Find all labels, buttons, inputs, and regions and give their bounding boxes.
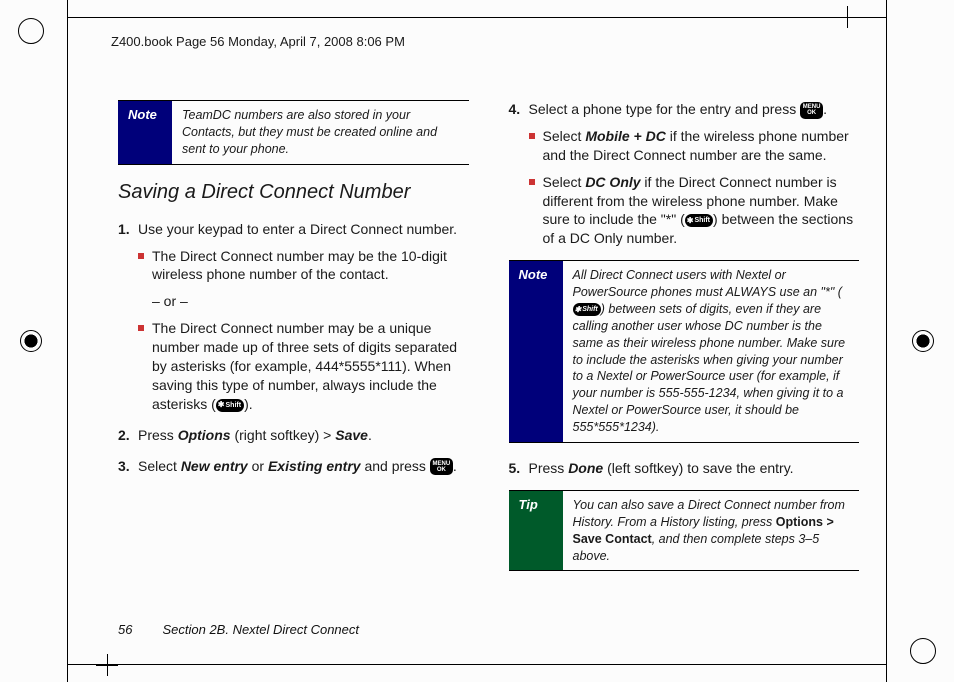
- step-text: (left softkey) to save the entry.: [603, 460, 793, 476]
- ui-term: Done: [568, 460, 603, 476]
- crop-left-line: [67, 0, 68, 682]
- ui-term: DC Only: [585, 174, 640, 190]
- shift-key-icon: Shift: [685, 214, 713, 227]
- sub-text: ).: [244, 396, 253, 412]
- step-number: 4.: [509, 100, 521, 119]
- note-box: Note TeamDC numbers are also stored in y…: [118, 100, 469, 165]
- page-footer: 56 Section 2B. Nextel Direct Connect: [118, 622, 359, 637]
- crop-cross-icon: [836, 6, 858, 28]
- left-column: Note TeamDC numbers are also stored in y…: [100, 100, 469, 612]
- step-number: 5.: [509, 459, 521, 478]
- steps-list-left: 1. Use your keypad to enter a Direct Con…: [118, 220, 469, 476]
- step-1: 1. Use your keypad to enter a Direct Con…: [118, 220, 469, 414]
- step-sub: The Direct Connect number may be a uniqu…: [138, 319, 469, 413]
- crop-bottom-line: [67, 664, 887, 665]
- step-number: 2.: [118, 426, 130, 445]
- shift-key-icon: Shift: [216, 399, 244, 412]
- tip-box: Tip You can also save a Direct Connect n…: [509, 490, 860, 572]
- key-bot: OK: [807, 110, 816, 116]
- note-label: Note: [509, 261, 563, 442]
- shift-key-icon: Shift: [573, 303, 601, 316]
- crop-tick: [67, 0, 68, 18]
- step-text: and press: [361, 458, 430, 474]
- step-sub: The Direct Connect number may be the 10-…: [138, 247, 469, 285]
- note-label: Note: [118, 101, 172, 164]
- ui-term: Options: [178, 427, 231, 443]
- step-text: Select a phone type for the entry and pr…: [529, 101, 801, 117]
- crop-register-icon: [18, 328, 44, 354]
- sub-text: Select: [543, 128, 586, 144]
- step-text: or: [248, 458, 268, 474]
- step-text: .: [453, 458, 457, 474]
- crop-ornament-icon: [18, 18, 44, 44]
- ui-term: Mobile + DC: [585, 128, 666, 144]
- crop-cross-icon: [96, 654, 118, 676]
- step-sub: Select DC Only if the Direct Connect num…: [529, 173, 860, 249]
- crop-top-line: [67, 17, 887, 18]
- step-text: Use your keypad to enter a Direct Connec…: [138, 221, 457, 237]
- step-text: Select: [138, 458, 181, 474]
- step-number: 1.: [118, 220, 130, 239]
- sub-text: Select: [543, 174, 586, 190]
- step-5: 5. Press Done (left softkey) to save the…: [509, 459, 860, 478]
- page-content: Note TeamDC numbers are also stored in y…: [100, 100, 859, 612]
- tip-label: Tip: [509, 491, 563, 571]
- crop-ornament-icon: [910, 638, 936, 664]
- crop-tick: [886, 0, 887, 18]
- tip-body: You can also save a Direct Connect numbe…: [563, 491, 860, 571]
- crop-register-icon: [910, 328, 936, 354]
- step-sub: Select Mobile + DC if the wireless phone…: [529, 127, 860, 165]
- step-text: Press: [138, 427, 178, 443]
- note-box: Note All Direct Connect users with Nexte…: [509, 260, 860, 443]
- key-bot: OK: [437, 467, 446, 473]
- crop-tick: [886, 664, 887, 682]
- footer-section-title: Section 2B. Nextel Direct Connect: [162, 622, 359, 637]
- note-text: All Direct Connect users with Nextel or …: [573, 268, 842, 299]
- step-text: .: [823, 101, 827, 117]
- page-number: 56: [118, 622, 132, 637]
- step-3: 3. Select New entry or Existing entry an…: [118, 457, 469, 476]
- steps-list-right: 4. Select a phone type for the entry and…: [509, 100, 860, 248]
- note-body: TeamDC numbers are also stored in your C…: [172, 101, 469, 164]
- step-4: 4. Select a phone type for the entry and…: [509, 100, 860, 248]
- step-number: 3.: [118, 457, 130, 476]
- ui-term: Existing entry: [268, 458, 361, 474]
- right-column: 4. Select a phone type for the entry and…: [509, 100, 860, 612]
- sub-text: The Direct Connect number may be a uniqu…: [152, 320, 457, 412]
- ui-term: New entry: [181, 458, 248, 474]
- step-text: .: [368, 427, 372, 443]
- note-body: All Direct Connect users with Nextel or …: [563, 261, 860, 442]
- crop-right-line: [886, 0, 887, 682]
- section-heading: Saving a Direct Connect Number: [118, 181, 469, 204]
- step-2: 2. Press Options (right softkey) > Save.: [118, 426, 469, 445]
- sub-text: The Direct Connect number may be the 10-…: [152, 248, 447, 283]
- crop-header-text: Z400.book Page 56 Monday, April 7, 2008 …: [111, 34, 405, 49]
- menu-ok-key-icon: MENUOK: [800, 102, 823, 119]
- menu-ok-key-icon: MENUOK: [430, 458, 453, 475]
- step-text: Press: [529, 460, 569, 476]
- ui-term: Save: [335, 427, 368, 443]
- step-text: (right softkey) >: [231, 427, 336, 443]
- crop-tick: [67, 664, 68, 682]
- step-or: – or –: [138, 292, 469, 311]
- steps-list-right-2: 5. Press Done (left softkey) to save the…: [509, 459, 860, 478]
- note-text: ) between sets of digits, even if they a…: [573, 302, 846, 434]
